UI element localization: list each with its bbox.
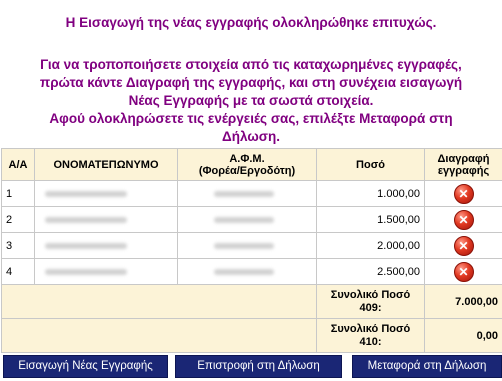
back-to-declaration-button[interactable]: Επιστροφή στη Δήλωση — [175, 355, 342, 378]
new-entry-button[interactable]: Εισαγωγή Νέας Εγγραφής — [3, 355, 168, 378]
header-delete: Διαγραφή εγγραφής — [424, 148, 502, 181]
header-name: ΟΝΟΜΑΤΕΠΩΝΥΜΟ — [34, 148, 178, 181]
header-afm-line2: (Φορέα/Εργοδότη) — [198, 164, 296, 177]
redacted-afm — [177, 206, 317, 233]
row-amount: 2.000,00 — [316, 232, 425, 259]
delete-icon[interactable]: ✕ — [453, 183, 474, 204]
row-amount: 1.500,00 — [316, 206, 425, 233]
table-row: 3 2.000,00 ✕ — [1, 232, 502, 259]
total-label-410: Συνολικό Ποσό 410: — [316, 318, 425, 353]
header-afm: Α.Φ.Μ. (Φορέα/Εργοδότη) — [177, 148, 317, 181]
redacted-name — [34, 232, 178, 259]
total-label-410-line1: Συνολικό Ποσό — [330, 322, 411, 335]
redacted-afm — [177, 232, 317, 259]
table-header-row: Α/Α ΟΝΟΜΑΤΕΠΩΝΥΜΟ Α.Φ.Μ. (Φορέα/Εργοδότη… — [1, 148, 502, 181]
success-message: Η Εισαγωγή της νέας εγγραφής ολοκληρώθηκ… — [65, 15, 437, 30]
total-row-409: Συνολικό Ποσό 409: 7.000,00 — [1, 284, 502, 319]
instruction-line-5: Δήλωση. — [222, 129, 280, 144]
row-aa: 3 — [1, 232, 35, 259]
instruction-line-2: πρώτα κάντε Διαγραφή της εγγραφής, και σ… — [39, 75, 463, 90]
total-value-409: 7.000,00 — [424, 284, 502, 319]
delete-icon[interactable]: ✕ — [453, 235, 474, 256]
total-label-409-line1: Συνολικό Ποσό — [330, 288, 411, 301]
header-afm-line1: Α.Φ.Μ. — [229, 152, 265, 165]
total-label-409: Συνολικό Ποσό 409: — [316, 284, 425, 319]
redacted-afm — [177, 180, 317, 207]
table-row: 4 2.500,00 ✕ — [1, 258, 502, 285]
transfer-to-declaration-button[interactable]: Μεταφορά στη Δήλωση — [352, 355, 502, 378]
header-delete-line1: Διαγραφή — [437, 152, 490, 165]
row-aa: 4 — [1, 258, 35, 285]
header-aa: Α/Α — [1, 148, 35, 181]
total-label-409-line2: 409: — [359, 301, 382, 314]
header-amount: Ποσό — [316, 148, 425, 181]
header-delete-line2: εγγραφής — [437, 164, 490, 177]
entries-table: Α/Α ΟΝΟΜΑΤΕΠΩΝΥΜΟ Α.Φ.Μ. (Φορέα/Εργοδότη… — [1, 148, 502, 353]
total-label-410-line2: 410: — [359, 335, 382, 348]
instruction-line-1: Για να τροποποιήσετε στοιχεία από τις κα… — [40, 57, 462, 72]
total-value-410: 0,00 — [424, 318, 502, 353]
row-aa: 1 — [1, 180, 35, 207]
delete-icon[interactable]: ✕ — [453, 209, 474, 230]
row-amount: 1.000,00 — [316, 180, 425, 207]
redacted-name — [34, 180, 178, 207]
redacted-name — [34, 258, 178, 285]
instruction-line-4: Αφού ολοκληρώσετε τις ενέργειές σας, επι… — [49, 111, 453, 126]
row-aa: 2 — [1, 206, 35, 233]
table-row: 2 1.500,00 ✕ — [1, 206, 502, 233]
table-row: 1 1.000,00 ✕ — [1, 180, 502, 207]
redacted-name — [34, 206, 178, 233]
redacted-afm — [177, 258, 317, 285]
row-amount: 2.500,00 — [316, 258, 425, 285]
instruction-line-3: Νέας Εγγραφής με τα σωστά στοιχεία. — [128, 93, 374, 108]
delete-icon[interactable]: ✕ — [453, 261, 474, 282]
total-row-410: Συνολικό Ποσό 410: 0,00 — [1, 318, 502, 353]
